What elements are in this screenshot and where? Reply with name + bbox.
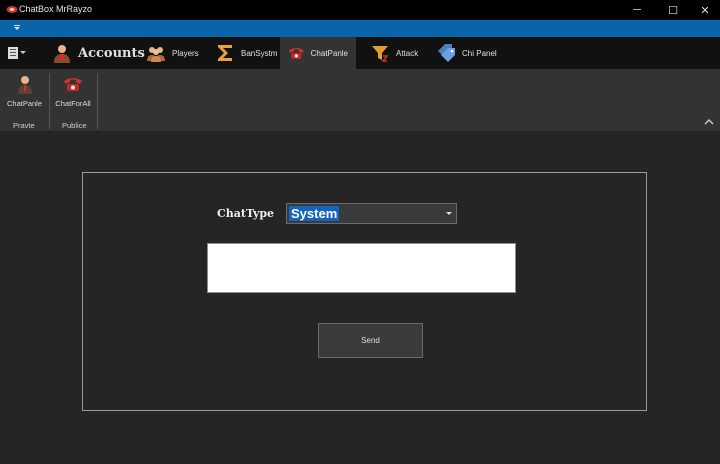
telephone-icon <box>288 48 304 59</box>
tab-label: Chi Panel <box>462 48 497 58</box>
sigma-icon <box>218 45 232 61</box>
maximize-button[interactable]: ☐ <box>656 0 690 20</box>
quick-access-toolbar <box>0 20 720 37</box>
group-label-publice: Publice <box>62 121 87 130</box>
message-input[interactable] <box>207 243 516 293</box>
group-label-pravte: Pravte <box>13 121 35 130</box>
send-button[interactable]: Send <box>318 323 423 358</box>
group-icon <box>147 47 165 62</box>
app-menu-icon <box>8 47 18 59</box>
tab-attack[interactable]: Attack <box>362 37 426 69</box>
minimize-button[interactable]: ─ <box>620 0 654 20</box>
tab-label: BanSystm <box>241 48 278 58</box>
tab-players[interactable]: Players <box>138 37 207 69</box>
ribbon-tabs: Accounts Players BanSystm ChatPanle Atta… <box>0 37 720 69</box>
telephone-icon <box>64 78 82 91</box>
chattype-label: ChatType <box>217 207 275 220</box>
tab-label: Players <box>172 48 199 58</box>
funnel-icon <box>372 46 389 62</box>
window-title: ChatBox MrRayzo <box>19 4 93 14</box>
customize-toolbar-icon[interactable] <box>13 24 21 32</box>
app-icon <box>6 6 18 13</box>
group-separator <box>49 73 50 129</box>
tags-icon <box>438 44 455 62</box>
tab-label: ChatPanle <box>310 48 348 58</box>
tab-label: Attack <box>396 48 419 58</box>
tab-label: Accounts <box>78 45 145 61</box>
tab-chi-panel[interactable]: Chi Panel <box>428 37 505 69</box>
chevron-down-icon <box>20 51 26 54</box>
chattype-selected-value: System <box>289 206 340 221</box>
close-button[interactable]: ✕ <box>688 0 720 20</box>
chatpanle-button[interactable]: ChatPanle <box>6 74 43 108</box>
chatpanle-button-label: ChatPanle <box>6 99 43 108</box>
tab-bansystm[interactable]: BanSystm <box>207 37 285 69</box>
chatforall-button-label: ChatForAll <box>55 99 91 108</box>
group-separator <box>97 73 98 129</box>
person-icon <box>17 76 32 94</box>
tab-chatpanle[interactable]: ChatPanle <box>280 37 356 69</box>
ribbon-panel: ChatPanle ChatForAll Pravte Publice <box>0 69 720 131</box>
application-menu-button[interactable] <box>8 45 30 61</box>
chattype-dropdown[interactable]: System <box>286 203 457 224</box>
tab-accounts[interactable]: Accounts <box>44 37 153 69</box>
title-bar: ChatBox MrRayzo ─ ☐ ✕ <box>0 0 720 20</box>
user-agent-icon <box>54 45 70 63</box>
collapse-ribbon-icon[interactable] <box>704 117 714 127</box>
chevron-down-icon <box>446 212 452 215</box>
chatforall-button[interactable]: ChatForAll <box>53 74 93 108</box>
